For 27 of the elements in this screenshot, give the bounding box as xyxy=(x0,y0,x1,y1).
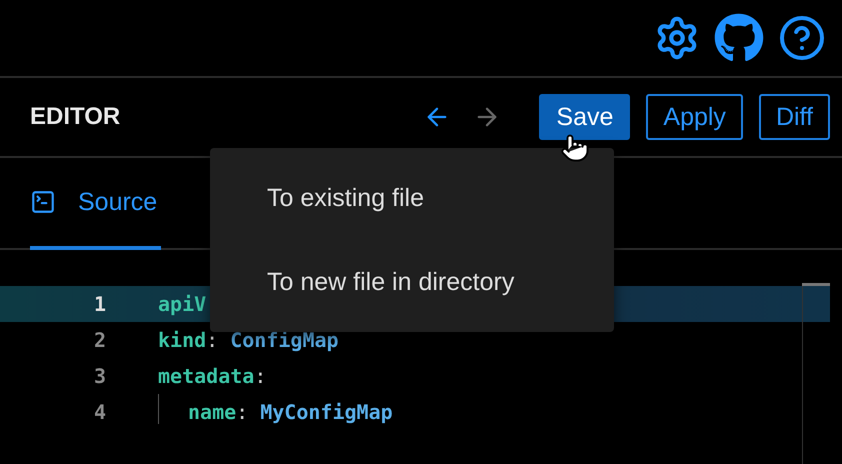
help-button[interactable] xyxy=(778,14,826,62)
github-button[interactable] xyxy=(714,13,764,63)
cat-icon xyxy=(714,13,764,63)
line-number: 4 xyxy=(92,400,106,424)
yaml-value: MyConfigMap xyxy=(260,400,393,424)
toolbar-button[interactable]: Save xyxy=(539,94,630,140)
yaml-key: apiV xyxy=(158,292,206,316)
help-icon xyxy=(778,14,826,62)
yaml-key: kind xyxy=(158,328,206,352)
yaml-key: metadata xyxy=(158,364,254,388)
colon: : xyxy=(236,400,248,424)
yaml-key: name xyxy=(188,400,236,424)
terminal-icon xyxy=(30,189,56,215)
editor-title: EDITOR xyxy=(30,103,120,131)
toolbar-button[interactable]: Apply xyxy=(646,94,743,140)
line-number: 3 xyxy=(92,364,106,388)
line-number: 1 xyxy=(92,292,106,316)
menu-item[interactable]: To new file in directory xyxy=(210,240,614,324)
line-number: 2 xyxy=(92,328,106,352)
source-tab[interactable]: Source xyxy=(30,158,162,250)
colon: : xyxy=(254,364,266,388)
hand-cursor-icon xyxy=(560,133,590,163)
toolbar-button[interactable]: Diff xyxy=(758,94,830,140)
yaml-value: ConfigMap xyxy=(230,328,339,352)
colon: : xyxy=(206,328,218,352)
menu-item[interactable]: To existing file xyxy=(210,156,614,240)
scrollbar-thumb[interactable] xyxy=(802,283,830,286)
